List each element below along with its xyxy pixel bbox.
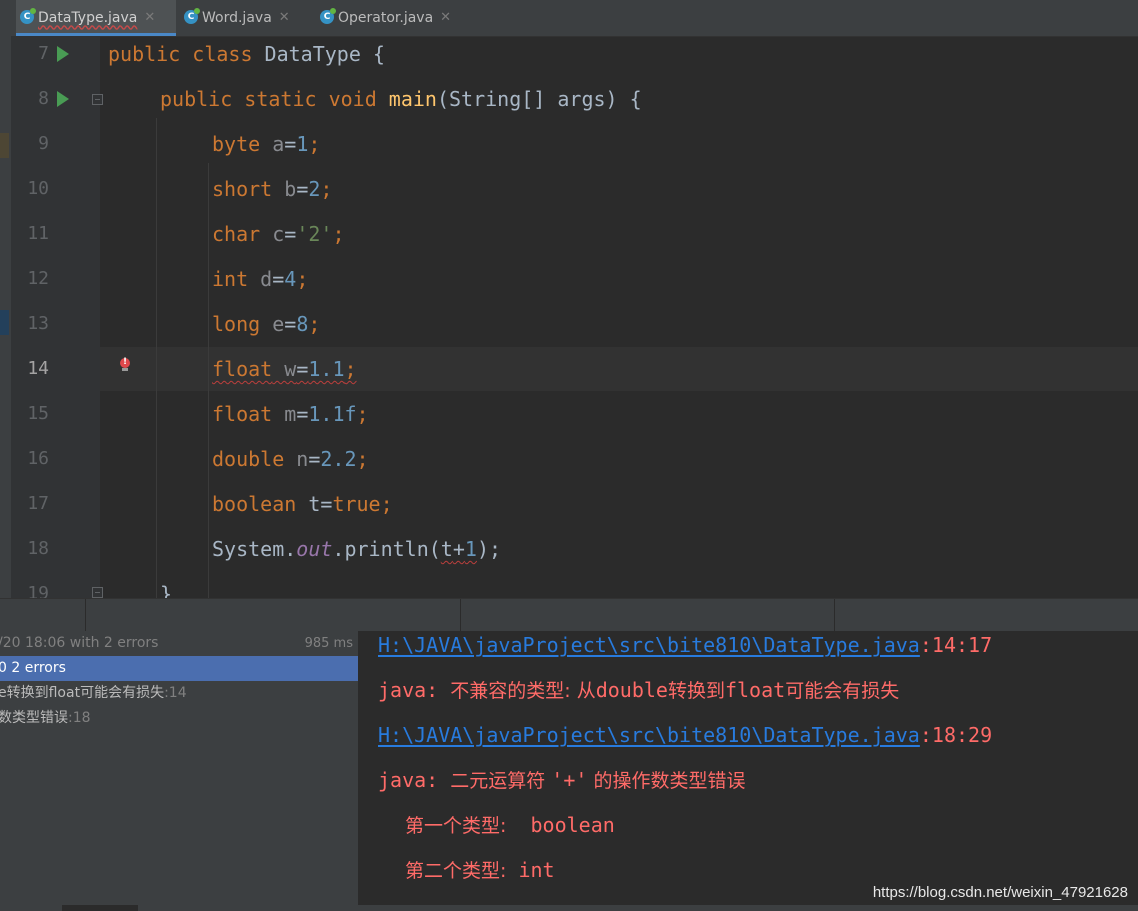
close-icon[interactable]: ✕: [279, 10, 290, 25]
editor-tab-bar: C DataType.java ✕ C Word.java ✕ C Operat…: [0, 0, 1138, 37]
code-editor[interactable]: public class DataType { public static vo…: [100, 36, 1138, 598]
line-number: 13: [27, 313, 49, 334]
left-tool-window-strip: [0, 36, 11, 598]
error-2-location: H:\JAVA\javaProject\src\bite810\DataType…: [378, 723, 993, 747]
code-line-8: public static void main(String[] args) {: [160, 87, 642, 111]
close-icon[interactable]: ✕: [144, 10, 155, 25]
error-2-message: java: 二元运算符 '+' 的操作数类型错误: [378, 768, 746, 792]
tab-word-java[interactable]: C Word.java ✕: [180, 0, 316, 35]
run-class-icon[interactable]: [57, 46, 69, 62]
indent-guide: [208, 163, 209, 598]
code-line-16: double n=2.2;: [212, 447, 369, 471]
line-number: 10: [27, 178, 49, 199]
error-2-type-2: 第二个类型: int: [405, 858, 555, 882]
line-number: 12: [27, 268, 49, 289]
watermark-text: https://blog.csdn.net/weixin_47921628: [872, 884, 1128, 901]
error-2-type-1: 第一个类型: boolean: [405, 813, 615, 837]
line-number: 17: [27, 493, 49, 514]
scrollbar-thumb[interactable]: [62, 905, 138, 911]
tab-label: Word.java: [202, 9, 272, 26]
error-1-location: H:\JAVA\javaProject\src\bite810\DataType…: [378, 633, 993, 657]
java-class-icon: C: [320, 8, 336, 24]
strip-marker: [0, 310, 9, 335]
code-line-13: long e=8;: [212, 312, 321, 336]
tab-datatype-java[interactable]: C DataType.java ✕: [16, 0, 176, 36]
error-item-1[interactable]: e转换到float可能会有损失:14: [0, 681, 358, 706]
code-line-12: int d=4;: [212, 267, 309, 291]
left-tool-strip: [0, 0, 11, 36]
error-1-message: java: 不兼容的类型: 从double转换到float可能会有损失: [378, 678, 900, 702]
close-icon[interactable]: ✕: [440, 10, 451, 25]
code-line-9: byte a=1;: [212, 132, 321, 156]
line-number: 8: [38, 88, 49, 109]
java-class-icon: C: [184, 8, 200, 24]
strip-marker: [0, 133, 9, 158]
line-number: 9: [38, 133, 49, 154]
code-line-10: short b=2;: [212, 177, 333, 201]
code-line-11: char c='2';: [212, 222, 345, 246]
error-item-2[interactable]: 数类型错误:18: [0, 706, 358, 731]
line-number: 15: [27, 403, 49, 424]
tab-operator-java[interactable]: C Operator.java ✕: [316, 0, 478, 35]
code-line-7: public class DataType {: [108, 42, 385, 66]
line-number: 7: [38, 43, 49, 64]
build-console-output: H:\JAVA\javaProject\src\bite810\DataType…: [360, 631, 1138, 911]
tab-label: Operator.java: [338, 9, 434, 26]
code-line-15: float m=1.1f;: [212, 402, 369, 426]
code-line-17: boolean t=true;: [212, 492, 393, 516]
horizontal-scrollbar[interactable]: [0, 905, 1138, 911]
java-class-icon: C: [20, 8, 36, 24]
tab-label: DataType.java: [38, 9, 138, 26]
indent-guide: [156, 118, 157, 598]
build-duration: 985 ms: [304, 636, 353, 651]
code-line-14: float w=1.1;: [212, 357, 357, 381]
editor-gutter: 7 8 9 10 11 12 13 14 15 16 17 18 19: [11, 36, 103, 604]
line-number: 18: [27, 538, 49, 559]
run-main-icon[interactable]: [57, 91, 69, 107]
error-2-file-link[interactable]: H:\JAVA\javaProject\src\bite810\DataType…: [378, 723, 920, 747]
error-bulb-icon[interactable]: [119, 357, 131, 372]
line-number: 11: [27, 223, 49, 244]
build-summary-row[interactable]: /20 18:06 with 2 errors 985 ms: [0, 631, 358, 656]
line-number: 16: [27, 448, 49, 469]
errors-summary-row[interactable]: 0 2 errors: [0, 656, 358, 681]
code-line-18: System.out.println(t+1);: [212, 537, 502, 561]
build-tool-window-header: [0, 598, 1138, 632]
error-1-file-link[interactable]: H:\JAVA\javaProject\src\bite810\DataType…: [378, 633, 920, 657]
code-line-19: }: [160, 582, 173, 598]
line-number-current: 14: [27, 358, 49, 379]
build-output-tree: /20 18:06 with 2 errors 985 ms 0 2 error…: [0, 631, 358, 911]
